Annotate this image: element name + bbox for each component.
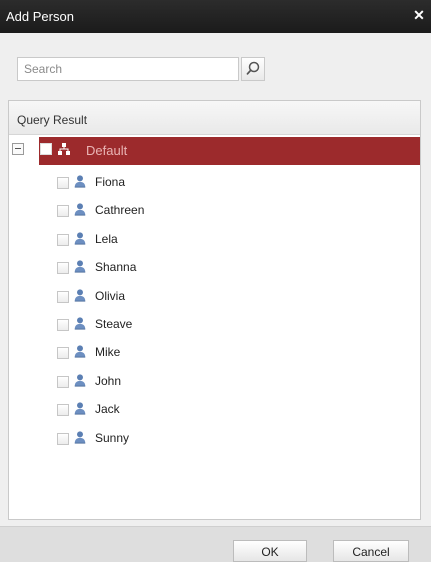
person-list-item[interactable]: John: [0, 373, 200, 393]
person-name-label: John: [95, 374, 122, 388]
person-icon: [74, 374, 86, 387]
person-name-label: Cathreen: [95, 203, 145, 217]
person-icon: [74, 317, 86, 330]
person-list-item[interactable]: Mike: [0, 344, 200, 364]
person-checkbox[interactable]: [57, 404, 69, 416]
person-list-item[interactable]: Fiona: [0, 174, 200, 194]
person-checkbox[interactable]: [57, 291, 69, 303]
person-name-label: Mike: [95, 345, 121, 359]
person-list-item[interactable]: Olivia: [0, 288, 200, 308]
query-result-panel: Query Result: [8, 100, 421, 520]
person-list-item[interactable]: Jack: [0, 401, 200, 421]
tree-root-label[interactable]: Default: [86, 143, 127, 158]
panel-header-label: Query Result: [17, 113, 88, 127]
title-bar[interactable]: Add Person ✕: [0, 0, 431, 33]
person-checkbox[interactable]: [57, 205, 69, 217]
person-list-item[interactable]: Cathreen: [0, 202, 200, 222]
person-checkbox[interactable]: [57, 376, 69, 388]
collapse-icon[interactable]: [12, 143, 24, 155]
person-list-item[interactable]: Lela: [0, 231, 200, 251]
root-checkbox[interactable]: [40, 143, 52, 155]
person-name-label: Jack: [95, 402, 120, 416]
person-icon: [74, 431, 86, 444]
cancel-button[interactable]: Cancel: [333, 540, 409, 562]
person-checkbox[interactable]: [57, 433, 69, 445]
close-icon[interactable]: ✕: [411, 6, 427, 24]
person-name-label: Fiona: [95, 175, 126, 189]
search-input[interactable]: [18, 58, 238, 80]
person-icon: [74, 402, 86, 415]
person-checkbox[interactable]: [57, 177, 69, 189]
person-name-label: Steave: [95, 317, 133, 331]
dialog-title: Add Person: [6, 9, 74, 24]
search-field[interactable]: [17, 57, 239, 81]
person-checkbox[interactable]: [57, 262, 69, 274]
search-button[interactable]: [241, 57, 265, 81]
person-icon: [74, 232, 86, 245]
person-name-label: Olivia: [95, 289, 126, 303]
person-name-label: Shanna: [95, 260, 137, 274]
search-icon: [246, 61, 260, 75]
person-list-item[interactable]: Sunny: [0, 430, 200, 450]
person-icon: [74, 345, 86, 358]
person-icon: [74, 289, 86, 302]
person-list-item[interactable]: Shanna: [0, 259, 200, 279]
ok-button[interactable]: OK: [233, 540, 307, 562]
person-icon: [74, 203, 86, 216]
person-icon: [74, 260, 86, 273]
person-icon: [74, 175, 86, 188]
person-checkbox[interactable]: [57, 234, 69, 246]
person-checkbox[interactable]: [57, 347, 69, 359]
person-list-item[interactable]: Steave: [0, 316, 200, 336]
org-tree-icon: [58, 143, 70, 155]
panel-header: Query Result: [9, 101, 420, 135]
person-checkbox[interactable]: [57, 319, 69, 331]
person-name-label: Sunny: [95, 431, 130, 445]
add-person-dialog: Add Person ✕ Query Result Default Fiona C…: [0, 0, 431, 562]
person-name-label: Lela: [95, 232, 118, 246]
